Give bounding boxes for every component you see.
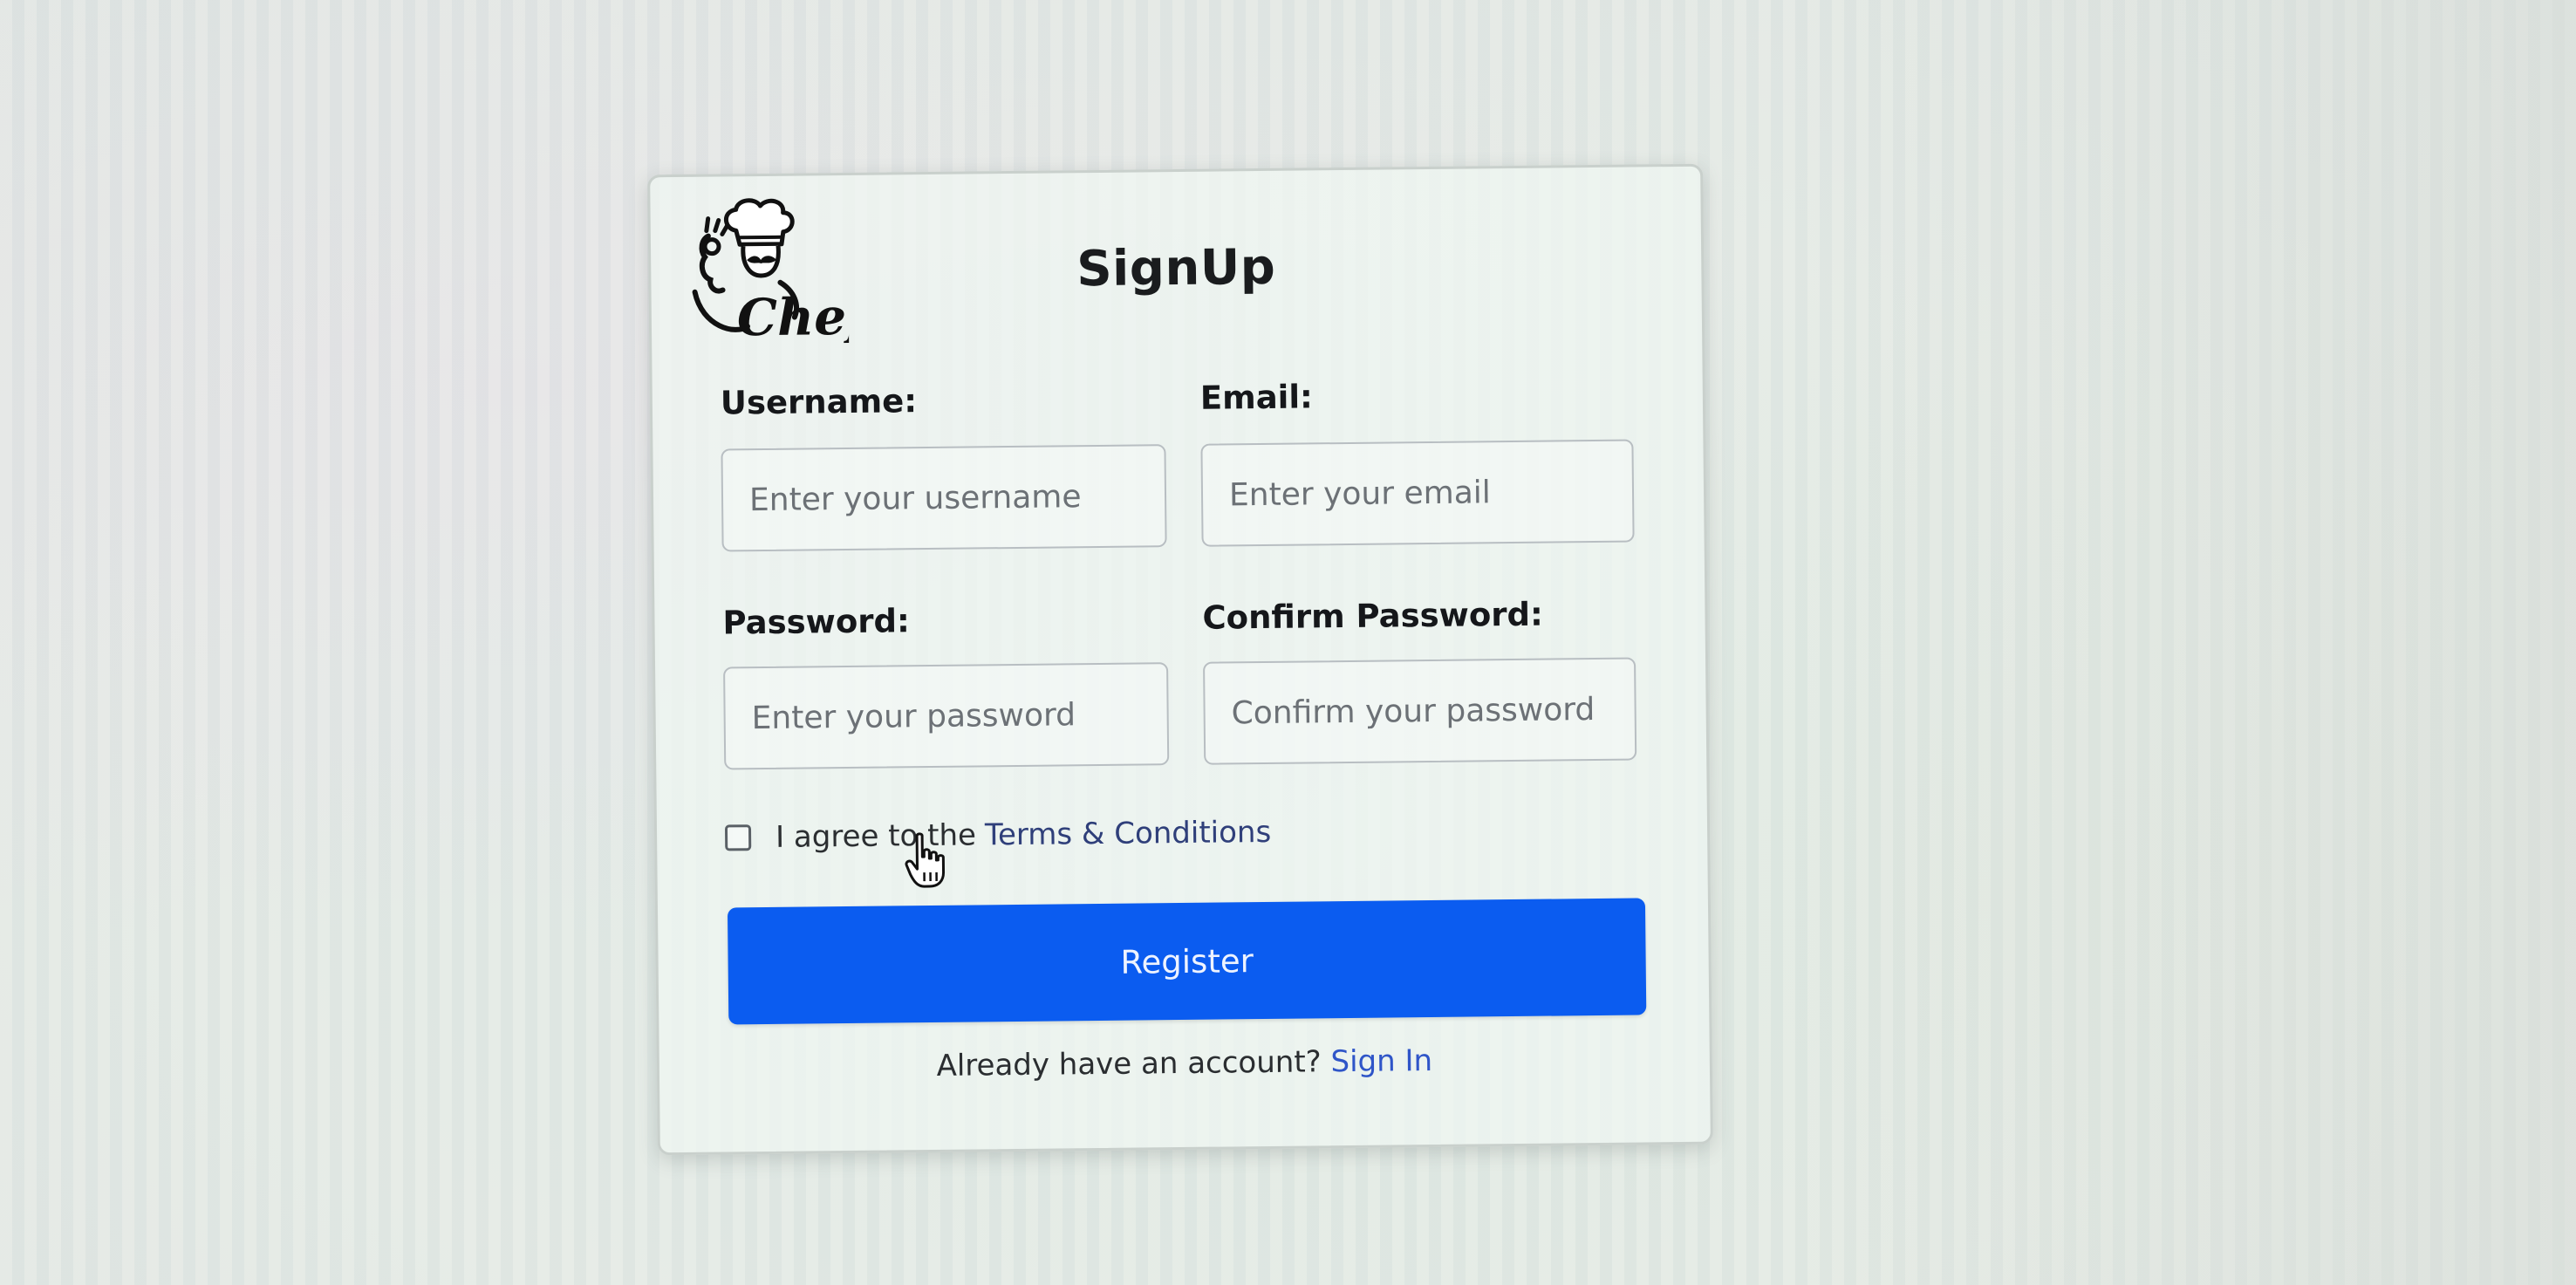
- email-label: Email:: [1199, 378, 1314, 417]
- password-input[interactable]: [723, 662, 1170, 770]
- username-label: Username:: [720, 382, 918, 422]
- signup-card: Chef SignUp Username: Email: Password: C…: [647, 163, 1713, 1156]
- terms-text: I agree to the: [775, 817, 977, 855]
- signin-prompt-text: Already have an account?: [936, 1044, 1322, 1083]
- terms-checkbox[interactable]: [724, 824, 752, 851]
- confirm-password-label: Confirm Password:: [1202, 595, 1544, 637]
- signin-prompt: Already have an account? Sign In: [659, 1041, 1710, 1087]
- register-button[interactable]: Register: [727, 898, 1647, 1025]
- signin-link[interactable]: Sign In: [1330, 1043, 1432, 1079]
- confirm-password-input[interactable]: [1203, 657, 1637, 765]
- hand-pointer-icon: [905, 832, 946, 888]
- email-input[interactable]: [1200, 439, 1635, 547]
- terms-link[interactable]: Terms & Conditions: [985, 815, 1272, 852]
- background-fade: [1791, 0, 2576, 1285]
- username-input[interactable]: [721, 444, 1167, 552]
- page-title: SignUp: [1076, 238, 1276, 298]
- password-label: Password:: [722, 602, 911, 642]
- terms-row: I agree to the Terms & Conditions: [724, 815, 1272, 856]
